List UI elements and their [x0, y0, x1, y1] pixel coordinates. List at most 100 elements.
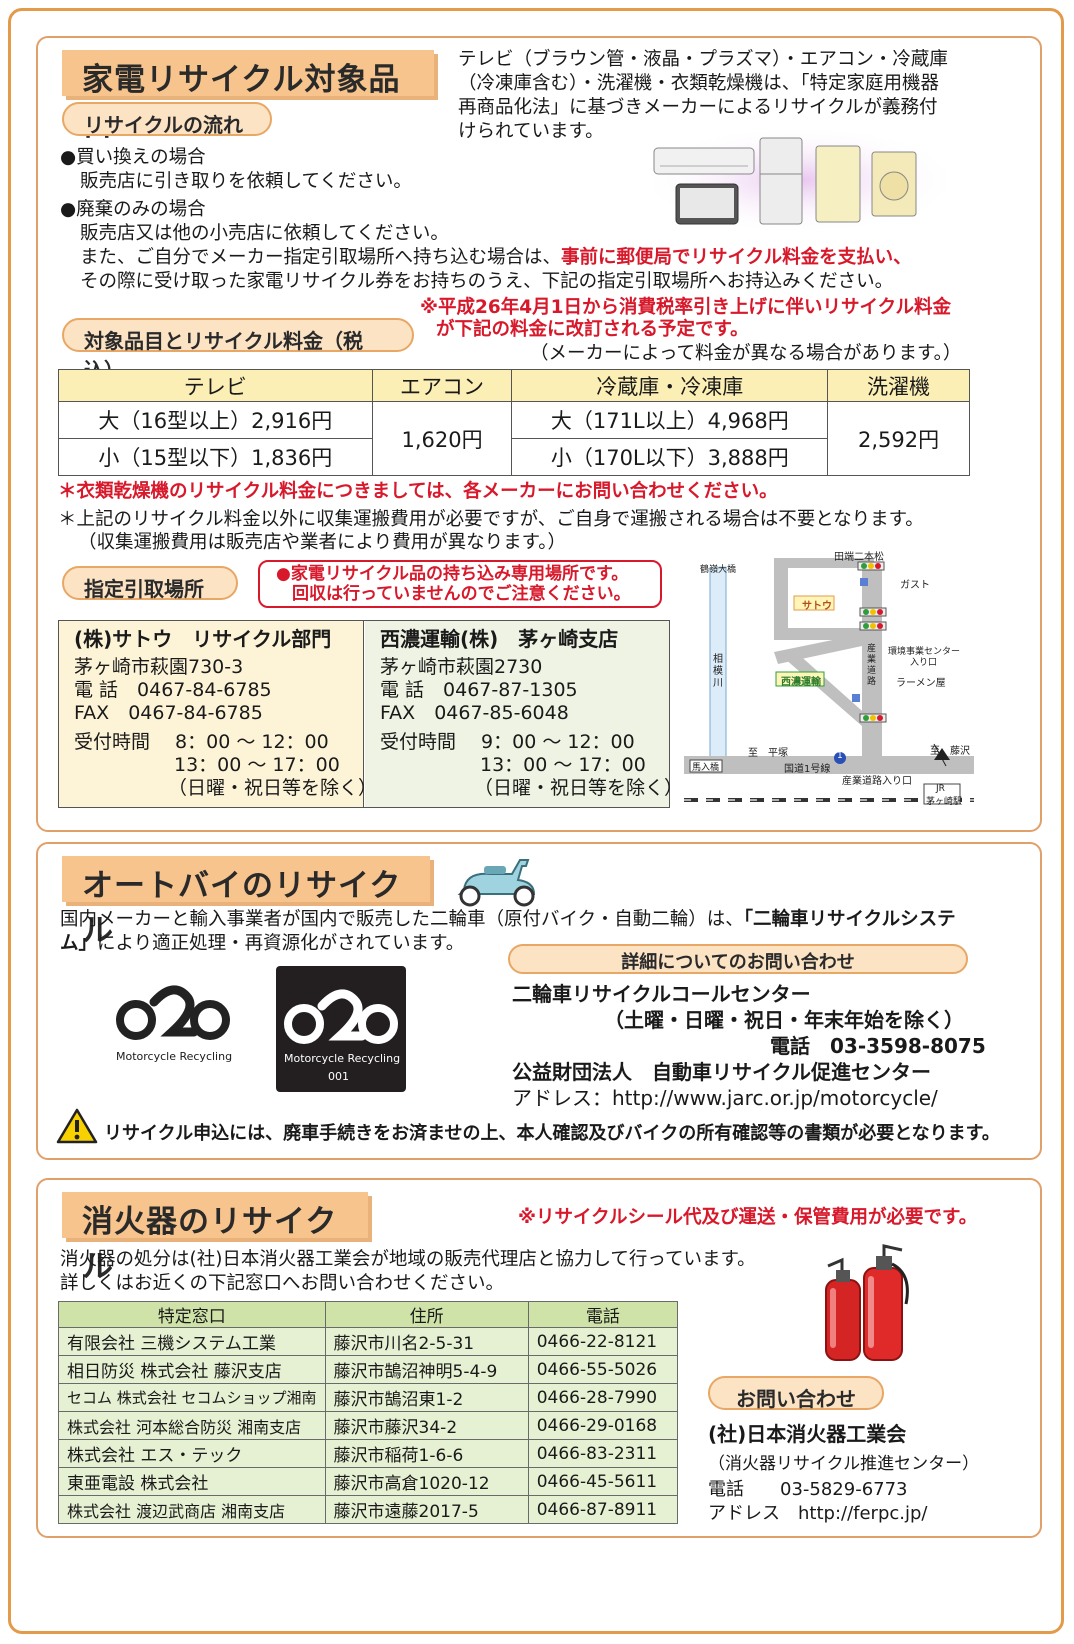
fee-header-fridge: 冷蔵庫・冷凍庫 — [511, 369, 829, 402]
map-label-kankyo-2: 入り口 — [910, 658, 938, 668]
map-label-jr: JR — [936, 784, 945, 794]
fee-aircon: 1,620円 — [371, 401, 513, 476]
caution-text: リサイクル申込には、廃車手続きをお済ませの上、本人確認及びバイクの所有確認等の書… — [104, 1123, 1000, 1144]
extinguisher-text-1: 消火器の処分は(社)日本消火器工業会が地域の販売代理店と協力して行っています。 — [60, 1249, 756, 1270]
site-sato-name: (株)サトウ リサイクル部門 — [74, 627, 332, 651]
map-label-sagami: 相模川 — [713, 654, 723, 689]
table-row: 株式会社 河本総合防災 湘南支店 藤沢市藤沢34-2 0466-29-0168 — [58, 1411, 679, 1440]
ext-header-phone: 電話 — [527, 1301, 679, 1328]
site-label: 指定引取場所 — [62, 566, 238, 601]
ext-org-sub: （消火器リサイクル推進センター） — [708, 1454, 980, 1474]
logo-dark-caption: Motorcycle Recycling — [284, 1052, 401, 1065]
center-name: 二輪車リサイクルコールセンター — [512, 982, 811, 1006]
site-sato: (株)サトウ リサイクル部門 茅ヶ崎市萩園730-3 電 話 0467-84-6… — [74, 627, 378, 800]
fee-header-washer: 洗濯機 — [827, 369, 970, 402]
motorcycle-contact-label: 詳細についてのお問い合わせ — [508, 944, 968, 974]
fee-washer: 2,592円 — [827, 401, 970, 476]
fee-table: テレビ エアコン 冷蔵庫・冷凍庫 洗濯機 大（16型以上）2,916円 1,62… — [58, 369, 970, 476]
disposal-text1: 販売店又は他の小売店に依頼してください。 — [80, 223, 449, 244]
fee-fridge-small: 小（170L以下）3,888円 — [511, 438, 829, 476]
transport-note-1: ＊上記のリサイクル料金以外に収集運搬費用が必要ですが、ご自身で運搬される場合は不… — [58, 509, 924, 530]
motorcycle-text-1: 国内メーカーと輸入事業者が国内で販売した二輪車（原付バイク・自動二輪）は、「二輪… — [60, 909, 956, 930]
site-seino-hours: 受付時間 9：00 ～ 12：00 — [380, 731, 635, 753]
map-label-route1: 国道1号線 — [784, 764, 831, 775]
caution-icon — [56, 1108, 98, 1144]
foundation-name: 公益財団法人 自動車リサイクル促進センター — [512, 1060, 931, 1084]
scooter-icon — [457, 859, 536, 907]
extinguisher-contact-label: お問い合わせ — [708, 1376, 884, 1411]
center-hours: （土曜・日曜・祝日・年末年始を除く） — [604, 1008, 964, 1032]
site-sato-hours: 受付時間 8：00 ～ 12：00 — [74, 731, 329, 753]
table-row: セコム 株式会社 セコムショップ湘南 藤沢市鵠沼東1-2 0466-28-799… — [58, 1383, 679, 1412]
site-sato-address: 茅ヶ崎市萩園730-3 — [74, 656, 244, 678]
fee-tv-small: 小（15型以下）1,836円 — [58, 438, 373, 476]
map-label-fujisawa: 至 藤沢 — [930, 746, 970, 757]
table-row: 相日防災 株式会社 藤沢支店 藤沢市鵠沼神明5-4-9 0466-55-5026 — [58, 1355, 679, 1384]
warning-line-2: 回収は行っていませんのでご注意ください。 — [292, 584, 631, 604]
motorcycle-recycling-logo-dark-icon — [284, 989, 398, 1044]
site-seino-name: 西濃運輸(株) 茅ヶ崎支店 — [380, 627, 619, 651]
site-seino-tel: 電 話 0467-87-1305 — [380, 679, 578, 701]
site-sato-tel: 電 話 0467-84-6785 — [74, 679, 272, 701]
appliance-illustration — [640, 130, 960, 230]
maker-note: （メーカーによって料金が異なる場合があります。） — [530, 343, 962, 364]
tax-note-2: が下記の料金に改訂される予定です。 — [436, 319, 749, 340]
extinguisher-title: 消火器のリサイクル — [62, 1192, 368, 1285]
map-label-hiratsuka: 至 平塚 — [748, 748, 788, 759]
table-row: 株式会社 渡辺武商店 湘南支店 藤沢市遠藤2017-5 0466-87-8911 — [58, 1495, 679, 1524]
site-sato-fax: FAX 0467-84-6785 — [74, 702, 263, 724]
ext-header-address: 住所 — [324, 1301, 529, 1328]
motorcycle-recycling-logo-dark: Motorcycle Recycling 001 — [276, 966, 406, 1092]
extinguisher-cost-note: ※リサイクルシール代及び運送・保管費用が必要です。 — [518, 1207, 978, 1228]
map-label-chigasaki: 茅ヶ崎駅 — [926, 797, 963, 807]
ext-url: アドレス http://ferpc.jp/ — [708, 1503, 928, 1524]
map-label-banyu: 馬入橋 — [692, 763, 720, 773]
flow-label: リサイクルの流れ — [62, 102, 272, 137]
extinguisher-text-2: 詳しくはお近くの下記窓口へお問い合わせください。 — [60, 1273, 505, 1294]
map-label-sato: サトウ — [802, 601, 832, 612]
dryer-note: ＊衣類乾燥機のリサイクル料金につきましては、各メーカーにお問い合わせください。 — [58, 481, 778, 502]
transport-note-2: （収集運搬費用は販売店や業者により費用が異なります。） — [78, 532, 567, 553]
ext-org: (社)日本消火器工業会 — [708, 1422, 907, 1446]
map-label-sangyo-entrance: 産業道路入り口 — [842, 776, 912, 787]
warning-line-1: ●家電リサイクル品の持ち込み専用場所です。 — [276, 564, 629, 584]
ext-tel: 電話 03-5829-6773 — [708, 1479, 908, 1500]
fire-extinguisher-icon — [825, 1244, 909, 1361]
map-label-route-num: 1 — [837, 751, 843, 761]
disposal-head: ●廃棄のみの場合 — [60, 199, 206, 220]
table-row: 有限会社 三機システム工業 藤沢市川名2-5-31 0466-22-8121 — [58, 1327, 679, 1356]
buy-text: 販売店に引き取りを依頼してください。 — [80, 171, 412, 192]
map-label-seino: 西濃運輸 — [781, 677, 821, 688]
site-seino-fax: FAX 0467-85-6048 — [380, 702, 569, 724]
table-row: 東亜電設 株式会社 藤沢市高倉1020-12 0466-45-5611 — [58, 1467, 679, 1496]
tax-note-1: ※平成26年4月1日から消費税率引き上げに伴いリサイクル料金 — [420, 297, 952, 318]
map-label-sangyo-road: 産業道路 — [867, 644, 877, 687]
extinguisher-table: 特定窓口 住所 電話 有限会社 三機システム工業 藤沢市川名2-5-31 046… — [58, 1301, 679, 1524]
motorcycle-recycling-logo-icon — [116, 985, 230, 1040]
ext-header-office: 特定窓口 — [58, 1301, 326, 1328]
fee-header-tv: テレビ — [58, 369, 373, 402]
site-seino: 西濃運輸(株) 茅ヶ崎支店 茅ヶ崎市萩園2730 電 話 0467-87-130… — [380, 627, 684, 800]
map-label-tsurumine: 鶴嶺大橋 — [700, 565, 737, 575]
fee-header-aircon: エアコン — [371, 369, 513, 402]
motorcycle-title: オートバイのリサイクル — [62, 856, 430, 949]
logo-caption: Motorcycle Recycling — [116, 1050, 233, 1063]
disposal-text3: その際に受け取った家電リサイクル券をお持ちのうえ、下記の指定引取場所へお持込みく… — [80, 271, 894, 292]
map-label-tabata: 田端二本松 — [834, 552, 884, 563]
fee-label: 対象品目とリサイクル料金（税込） — [62, 318, 414, 382]
center-tel: 電話 03-3598-8075 — [770, 1034, 986, 1058]
fee-tv-large: 大（16型以上）2,916円 — [58, 401, 373, 439]
map-label-gust: ガスト — [900, 580, 930, 591]
foundation-url: アドレス：http://www.jarc.or.jp/motorcycle/ — [512, 1086, 938, 1110]
location-map: 田端二本松 ガスト サトウ 環境事業センター 入り口 相模川 鶴嶺大橋 西濃運輸… — [684, 548, 974, 810]
site-seino-address: 茅ヶ崎市萩園2730 — [380, 656, 543, 678]
motorcycle-text-2: ム」により適正処理・再資源化がされています。 — [60, 933, 465, 954]
fee-fridge-large: 大（171L以上）4,968円 — [511, 401, 829, 439]
appliance-title: 家電リサイクル対象品目 — [62, 50, 434, 143]
motorcycle-recycling-logo: Motorcycle Recycling — [108, 980, 238, 1070]
logo-dark-number: 001 — [328, 1070, 349, 1083]
disposal-text2: また、ご自分でメーカー指定引取場所へ持ち込む場合は、事前に郵便局でリサイクル料金… — [80, 247, 912, 268]
map-label-ramen: ラーメン屋 — [896, 678, 946, 689]
buy-head: ●買い換えの場合 — [60, 147, 206, 168]
table-row: 株式会社 エス・テック 藤沢市稲荷1-6-6 0466-83-2311 — [58, 1439, 679, 1468]
